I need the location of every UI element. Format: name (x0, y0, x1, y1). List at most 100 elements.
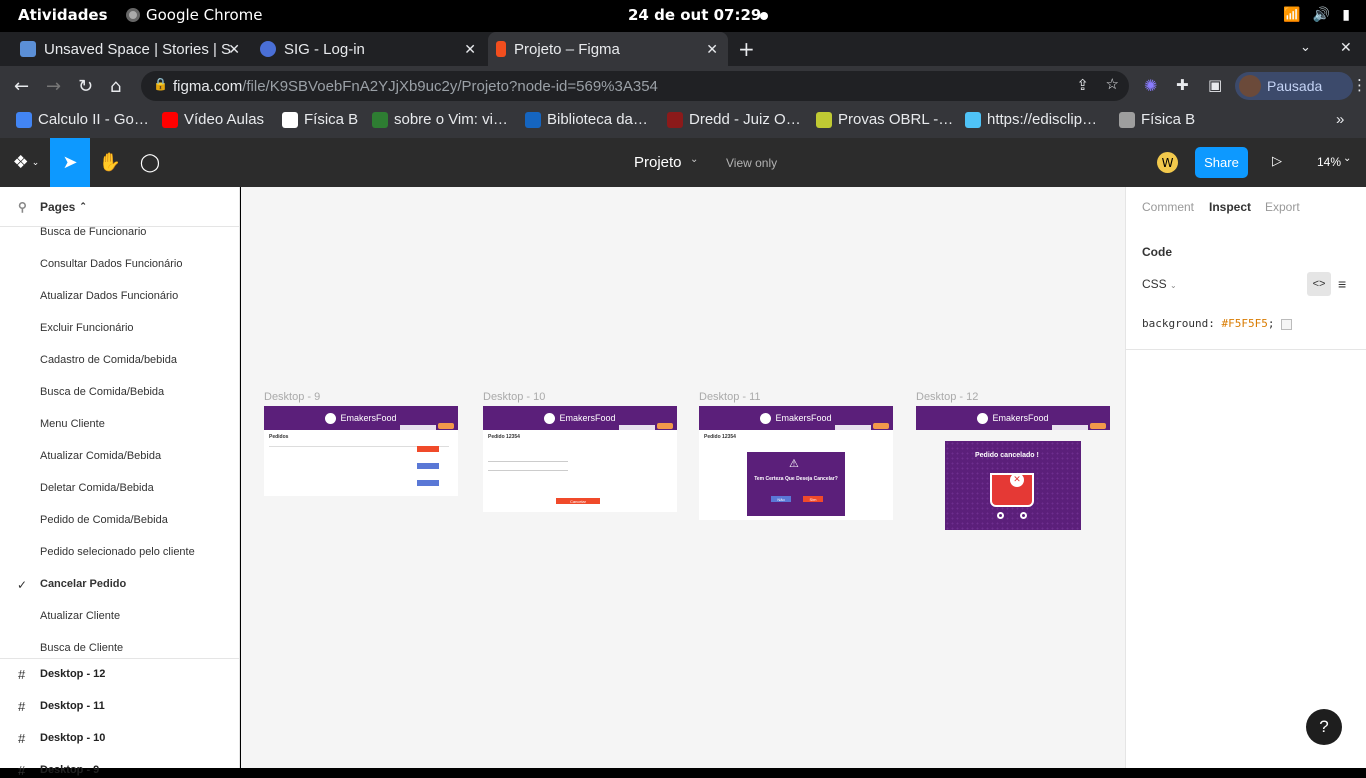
cancelled-message: Pedido cancelado ! (975, 452, 1039, 459)
pages-header[interactable]: ⚲ Pages ⌃ (0, 187, 240, 227)
tab-export[interactable]: Export (1265, 200, 1300, 214)
sidepanel-icon[interactable]: ▣ (1208, 76, 1222, 94)
page-item[interactable]: Busca de Funcionario (40, 226, 146, 238)
move-tool[interactable]: ➤ (50, 138, 90, 187)
page-item[interactable]: Atualizar Dados Funcionário (40, 290, 178, 302)
frame-desktop-9[interactable]: EmakersFood Pedidos (264, 406, 458, 496)
page-item[interactable]: Cadastro de Comida/bebida (40, 354, 177, 366)
frame-desktop-11[interactable]: EmakersFood Pedido 12354 ⚠ Tem Certeza Q… (699, 406, 893, 520)
bookmark-item[interactable]: sobre o Vim: vi… (372, 111, 508, 128)
search-icon[interactable]: ⚲ (18, 200, 27, 214)
page-item[interactable]: Excluir Funcionário (40, 322, 134, 334)
page-item[interactable]: Deletar Comida/Bebida (40, 482, 154, 494)
close-icon[interactable]: ✕ (464, 41, 476, 58)
bookmark-label: Calculo II - Go… (38, 111, 149, 128)
bookmark-item[interactable]: https://edisclip… (965, 111, 1097, 128)
header-icons (873, 423, 889, 429)
comment-tool[interactable]: ◯ (130, 138, 170, 187)
chevron-down-icon[interactable]: ⌄ (1343, 153, 1351, 164)
bookmark-star-icon[interactable]: ☆ (1106, 75, 1119, 93)
layer-item[interactable]: Desktop - 9 (40, 764, 99, 776)
bookmark-favicon (965, 111, 981, 128)
tab-comment[interactable]: Comment (1142, 200, 1194, 214)
back-icon[interactable]: ← (14, 76, 29, 97)
reload-icon[interactable]: ↻ (78, 76, 93, 97)
figma-main-menu[interactable]: ❖ ⌄ (6, 138, 46, 187)
pages-title: Pages (40, 199, 76, 214)
frame-label[interactable]: Desktop - 10 (483, 391, 545, 403)
bookmark-item[interactable]: Física B (282, 111, 358, 128)
zoom-level[interactable]: 14% (1317, 155, 1341, 169)
list-view-button[interactable]: ≡ (1338, 276, 1346, 292)
hand-tool[interactable]: ✋ (90, 138, 130, 187)
language-select[interactable]: CSS ⌄ (1142, 277, 1177, 291)
app-menu[interactable]: Google Chrome (126, 6, 263, 24)
tab-sig-login[interactable]: SIG - Log-in ✕ (252, 32, 486, 66)
tab-title: Unsaved Space | Stories | S (44, 40, 232, 58)
window-close-icon[interactable]: ✕ (1340, 40, 1352, 56)
search-strip (835, 425, 871, 430)
tab-unsaved-space[interactable]: Unsaved Space | Stories | S ✕ (12, 32, 250, 66)
menu-icon[interactable]: ⋮ (1352, 76, 1366, 94)
url-domain: figma.com (173, 77, 243, 95)
clock[interactable]: 24 de out 07:29 (628, 6, 761, 24)
home-icon[interactable]: ⌂ (110, 76, 121, 97)
code-view-button[interactable]: <> (1307, 272, 1331, 296)
code-snippet[interactable]: background: #F5F5F5; (1142, 317, 1274, 330)
page-item-current[interactable]: Cancelar Pedido (40, 578, 126, 590)
address-bar[interactable]: 🔒 figma.com/file/K9SBVoebFnA2YJjXb9uc2y/… (141, 71, 1129, 101)
file-title[interactable]: Projeto (634, 154, 682, 171)
frame-desktop-12[interactable]: EmakersFood (916, 406, 1110, 430)
page-item[interactable]: Pedido selecionado pelo cliente (40, 546, 195, 558)
page-item[interactable]: Pedido de Comida/Bebida (40, 514, 168, 526)
close-icon[interactable]: ✕ (228, 41, 240, 58)
page-item[interactable]: Busca de Cliente (40, 642, 123, 654)
bookmark-item[interactable]: Vídeo Aulas (162, 111, 264, 128)
more-bookmarks-icon[interactable]: » (1336, 111, 1344, 128)
tab-search-icon[interactable]: ⌄ (1300, 40, 1311, 55)
delivered-tag (417, 463, 439, 469)
layer-item[interactable]: Desktop - 12 (40, 668, 105, 680)
bookmark-item[interactable]: Biblioteca da… (525, 111, 648, 128)
tab-inspect[interactable]: Inspect (1209, 200, 1251, 214)
new-tab-button[interactable]: + (738, 37, 755, 61)
system-tray[interactable]: 📶 🔊 ▮ (1283, 7, 1350, 23)
chevron-down-icon[interactable]: ⌄ (690, 154, 698, 165)
share-url-icon[interactable]: ⇪ (1076, 76, 1089, 94)
profile-button[interactable]: Pausada (1235, 72, 1353, 100)
frame-label[interactable]: Desktop - 11 (699, 391, 761, 403)
layer-item[interactable]: Desktop - 10 (40, 732, 105, 744)
frame-label[interactable]: Desktop - 12 (916, 391, 978, 403)
bookmark-item[interactable]: Dredd - Juiz O… (667, 111, 801, 128)
page-item[interactable]: Atualizar Comida/Bebida (40, 450, 161, 462)
forward-icon[interactable]: → (46, 76, 61, 97)
help-button[interactable]: ? (1306, 709, 1342, 745)
extension-icon[interactable]: ✺ (1144, 76, 1157, 95)
bookmark-favicon (282, 111, 298, 128)
close-icon[interactable]: ✕ (706, 41, 718, 58)
bookmark-item[interactable]: Provas OBRL -… (816, 111, 953, 128)
puzzle-icon[interactable]: ✚ (1176, 76, 1189, 94)
frame-heading: Pedidos (269, 434, 289, 440)
app-name: Google Chrome (146, 6, 263, 24)
bookmark-label: Vídeo Aulas (184, 111, 265, 128)
share-button[interactable]: Share (1195, 147, 1248, 178)
page-item[interactable]: Atualizar Cliente (40, 610, 120, 622)
bookmarks-bar: Calculo II - Go… Vídeo Aulas Física B so… (0, 106, 1366, 138)
bookmark-item[interactable]: Calculo II - Go… (16, 111, 149, 128)
present-icon[interactable]: ▷ (1272, 153, 1282, 169)
cancelled-panel[interactable]: Pedido cancelado ! ✕ (945, 441, 1081, 530)
page-item[interactable]: Menu Cliente (40, 418, 105, 430)
bookmark-favicon (16, 111, 32, 128)
page-item[interactable]: Busca de Comida/Bebida (40, 386, 164, 398)
activities-button[interactable]: Atividades (18, 6, 108, 24)
system-top-bar: Atividades Google Chrome 24 de out 07:29… (0, 0, 1366, 32)
design-canvas[interactable]: Desktop - 9 EmakersFood Pedidos Desktop … (241, 187, 1125, 768)
frame-desktop-10[interactable]: EmakersFood Pedido 12354 Cancelar (483, 406, 677, 512)
bookmark-item[interactable]: Física B (1119, 111, 1195, 128)
layer-item[interactable]: Desktop - 11 (40, 700, 105, 712)
tab-figma[interactable]: Projeto – Figma ✕ (488, 32, 728, 66)
page-item[interactable]: Consultar Dados Funcionário (40, 258, 182, 270)
frame-label[interactable]: Desktop - 9 (264, 391, 320, 403)
user-avatar[interactable]: W (1157, 152, 1178, 173)
